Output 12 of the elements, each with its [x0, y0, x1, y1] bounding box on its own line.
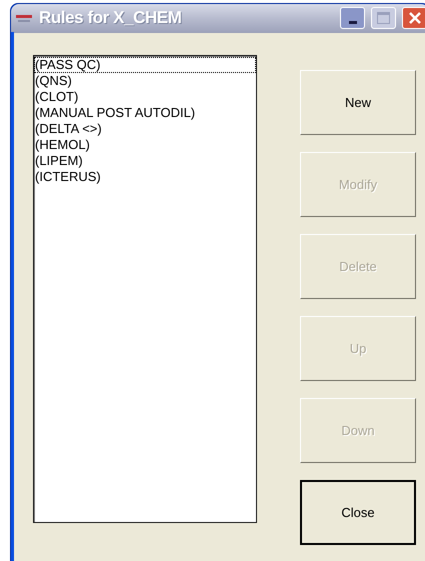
- list-item[interactable]: (MANUAL POST AUTODIL): [34, 105, 256, 121]
- dialog-button[interactable]: New: [300, 70, 416, 135]
- dialog-button[interactable]: Close: [300, 480, 416, 545]
- list-item[interactable]: (CLOT): [34, 89, 256, 105]
- window-title: Rules for X_CHEM: [39, 7, 182, 30]
- list-item[interactable]: (ICTERUS): [34, 169, 256, 185]
- rules-list[interactable]: (PASS QC) (QNS) (CLOT) (MANUAL POST AUTODIL) (DELTA <>) (HEMOL) (LIPEM) (ICTERUS): [33, 55, 257, 523]
- list-item[interactable]: (PASS QC): [34, 57, 256, 73]
- list-item[interactable]: (HEMOL): [34, 137, 256, 153]
- list-item[interactable]: (DELTA <>): [34, 121, 256, 137]
- list-item[interactable]: (LIPEM): [34, 153, 256, 169]
- list-item[interactable]: (QNS): [34, 73, 256, 89]
